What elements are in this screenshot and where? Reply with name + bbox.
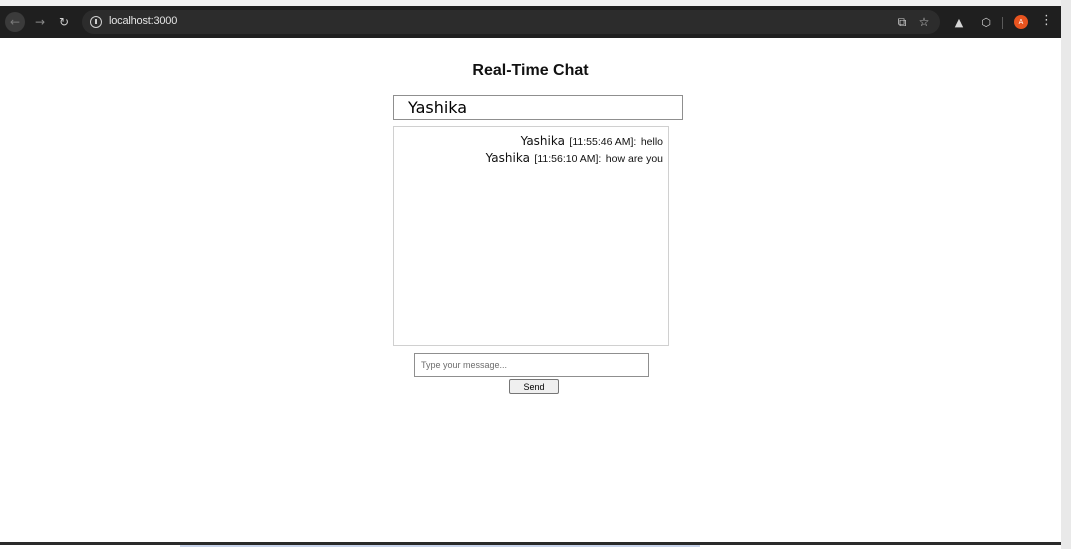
message-username: Yashika: [485, 151, 530, 165]
messages-panel: Yashika [11:55:46 AM]: hello Yashika [11…: [393, 126, 669, 346]
browser-toolbar: ← → ↻ localhost:3000 ⧉ ☆ ▲ ⬡ A ⋮: [0, 6, 1061, 38]
extension-icon[interactable]: ▲: [951, 14, 967, 30]
username-input[interactable]: [393, 95, 683, 120]
message-item: Yashika [11:55:46 AM]: hello: [394, 133, 663, 150]
profile-avatar[interactable]: A: [1014, 15, 1028, 29]
arrow-left-icon[interactable]: ←: [5, 12, 25, 32]
install-app-icon[interactable]: ⧉: [894, 14, 910, 30]
message-timestamp: [11:56:10 AM]:: [534, 153, 602, 165]
page-title: Real-Time Chat: [472, 62, 589, 79]
message-text: hello: [640, 136, 663, 148]
message-text: how are you: [605, 153, 663, 165]
reload-icon[interactable]: ↻: [54, 12, 74, 32]
taskbar-edge: [180, 545, 700, 547]
info-icon[interactable]: [90, 16, 102, 28]
send-button[interactable]: Send: [509, 379, 559, 394]
puzzle-icon[interactable]: ⬡: [978, 14, 994, 30]
arrow-right-icon[interactable]: →: [30, 12, 50, 32]
message-item: Yashika [11:56:10 AM]: how are you: [394, 150, 663, 167]
toolbar-divider: [1002, 17, 1003, 29]
url-text[interactable]: localhost:3000: [109, 15, 177, 27]
message-username: Yashika: [520, 134, 565, 148]
star-icon[interactable]: ☆: [916, 14, 932, 30]
browser-window: ← → ↻ localhost:3000 ⧉ ☆ ▲ ⬡ A ⋮ Real-Ti…: [0, 0, 1061, 549]
message-input[interactable]: [414, 353, 649, 377]
address-bar[interactable]: localhost:3000 ⧉ ☆: [82, 10, 940, 34]
message-timestamp: [11:55:46 AM]:: [569, 136, 637, 148]
more-vert-icon[interactable]: ⋮: [1040, 14, 1053, 28]
